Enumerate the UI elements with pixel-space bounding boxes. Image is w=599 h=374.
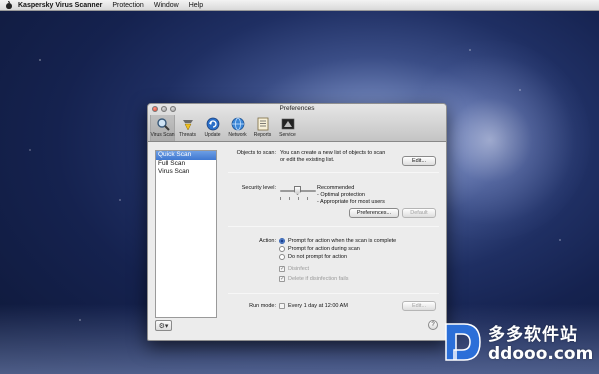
watermark-url-text: ddooo.com xyxy=(488,344,594,364)
service-icon xyxy=(281,118,294,130)
slider-knob[interactable] xyxy=(294,186,301,195)
run-mode-checkbox[interactable] xyxy=(279,303,285,309)
slider-ticks xyxy=(280,197,316,200)
menu-protection[interactable]: Protection xyxy=(112,2,144,9)
action-option-3: Do not prompt for action xyxy=(288,254,348,260)
preferences-window: Preferences Virus Scan Threats Update Ne… xyxy=(147,103,447,341)
menu-window[interactable]: Window xyxy=(154,2,179,9)
tab-virus-scan[interactable]: Virus Scan xyxy=(150,115,175,141)
security-level-slider[interactable] xyxy=(280,186,316,200)
action-radio-prompt-after[interactable] xyxy=(279,238,285,244)
security-label: Security level: xyxy=(241,185,276,191)
separator xyxy=(228,226,439,227)
action-label: Action: xyxy=(259,238,276,244)
security-bullet-1: - Optimal protection xyxy=(317,192,365,198)
tab-label: Network xyxy=(228,132,247,138)
tab-label: Service xyxy=(279,132,296,138)
menu-app-name[interactable]: Kaspersky Virus Scanner xyxy=(18,2,102,9)
objects-description-2: or edit the existing list. xyxy=(280,157,335,163)
help-icon: ? xyxy=(431,322,435,328)
menu-bar: Kaspersky Virus Scanner Protection Windo… xyxy=(0,0,599,11)
tab-label: Reports xyxy=(253,132,272,138)
disinfect-label: Disinfect xyxy=(288,266,310,272)
watermark: 多多软件站 ddooo.com xyxy=(442,316,594,368)
objects-label: Objects to scan: xyxy=(236,150,276,156)
list-item-full-scan[interactable]: Full Scan xyxy=(156,160,216,169)
tab-reports[interactable]: Reports xyxy=(250,115,275,141)
objects-description-1: You can create a new list of objects to … xyxy=(280,150,386,156)
tab-update[interactable]: Update xyxy=(200,115,225,141)
delete-label: Delete if disinfection fails xyxy=(288,276,349,282)
objects-edit-button[interactable]: Edit... xyxy=(402,156,436,166)
separator xyxy=(228,293,439,294)
run-mode-schedule: Every 1 day at 12:00 AM xyxy=(288,303,348,309)
update-icon xyxy=(206,117,219,131)
run-mode-label: Run mode: xyxy=(249,303,276,309)
run-mode-edit-button[interactable]: Edit... xyxy=(402,301,436,311)
tab-threats[interactable]: Threats xyxy=(175,115,200,141)
apple-menu-icon[interactable] xyxy=(5,1,12,9)
disinfect-checkbox[interactable]: ✓ xyxy=(279,266,285,272)
gear-icon: ⚙▾ xyxy=(158,322,169,330)
watermark-chinese-text: 多多软件站 xyxy=(488,325,578,345)
tab-network[interactable]: Network xyxy=(225,115,250,141)
threats-icon xyxy=(182,120,193,131)
menu-help[interactable]: Help xyxy=(189,2,203,9)
reports-icon xyxy=(257,117,268,131)
separator xyxy=(228,172,439,173)
action-option-1: Prompt for action when the scan is compl… xyxy=(288,238,397,244)
security-default-button[interactable]: Default xyxy=(402,208,436,218)
preferences-tabs: Virus Scan Threats Update Network Report… xyxy=(150,115,300,141)
security-preferences-button[interactable]: Preferences... xyxy=(349,208,399,218)
security-bullet-2: - Appropriate for most users xyxy=(317,199,385,205)
scan-task-list[interactable]: Quick Scan Full Scan Virus Scan xyxy=(155,150,217,318)
magnifier-icon xyxy=(156,118,170,131)
tab-service[interactable]: Service xyxy=(275,115,300,141)
list-item-virus-scan[interactable]: Virus Scan xyxy=(156,168,216,177)
action-radio-no-prompt[interactable] xyxy=(279,254,285,260)
list-item-quick-scan[interactable]: Quick Scan xyxy=(156,151,216,160)
window-title: Preferences xyxy=(279,105,315,112)
window-toolbar: Preferences Virus Scan Threats Update Ne… xyxy=(148,104,446,142)
help-button[interactable]: ? xyxy=(428,320,438,330)
tab-label: Threats xyxy=(179,132,196,138)
tab-label: Virus Scan xyxy=(150,132,175,138)
security-level-name: Recommended xyxy=(317,185,355,191)
gear-menu-button[interactable]: ⚙▾ xyxy=(155,320,172,331)
watermark-logo-icon xyxy=(445,323,481,361)
action-option-2: Prompt for action during scan xyxy=(288,246,360,252)
action-radio-prompt-during[interactable] xyxy=(279,246,285,252)
network-icon xyxy=(231,117,244,131)
tab-label: Update xyxy=(204,132,221,138)
delete-checkbox[interactable]: ✓ xyxy=(279,276,285,282)
